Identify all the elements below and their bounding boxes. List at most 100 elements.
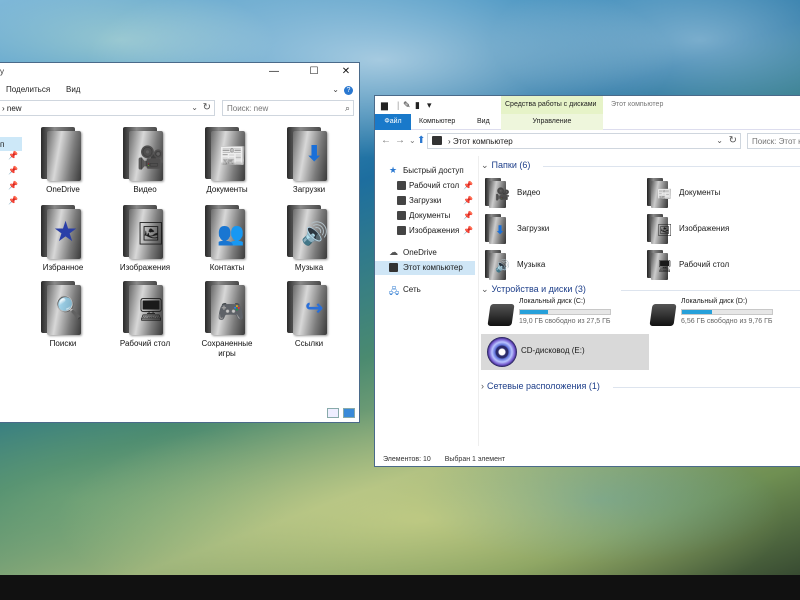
back-arrow-icon[interactable]: ← bbox=[381, 135, 391, 146]
title-bar: y — ☐ ✕ bbox=[0, 63, 359, 81]
folder-documents[interactable]: 📰 Документы bbox=[192, 125, 272, 205]
properties-icon[interactable]: ✎ bbox=[403, 100, 411, 111]
folder-documents[interactable]: 📰 Документы bbox=[643, 176, 800, 210]
contacts-folder-icon: 👥 bbox=[201, 203, 253, 259]
new-folder-icon[interactable]: ▮ bbox=[415, 100, 420, 111]
nav-item-documents[interactable]: Документы 📌 bbox=[375, 209, 475, 223]
desktop-folder-icon: 🖥 bbox=[119, 279, 171, 335]
folder-label: Документы bbox=[679, 188, 721, 197]
folder-music[interactable]: 🔊 Музыка bbox=[274, 203, 354, 283]
pin-icon: 📌 bbox=[463, 211, 473, 220]
help-icon[interactable]: ? bbox=[344, 86, 353, 95]
search-input[interactable] bbox=[223, 101, 333, 115]
minimize-button[interactable]: — bbox=[262, 63, 286, 81]
hard-drive-icon bbox=[649, 304, 677, 326]
folder-desktop[interactable]: 🖥 Рабочий стол bbox=[110, 279, 190, 359]
details-view-button[interactable] bbox=[326, 408, 339, 418]
tab-file[interactable]: Файл bbox=[375, 114, 411, 130]
tab-view[interactable]: Вид bbox=[477, 118, 490, 125]
search-input[interactable] bbox=[748, 134, 800, 148]
folder-label: Изображения bbox=[679, 224, 730, 233]
search-box[interactable]: ⌕ bbox=[222, 100, 354, 116]
nav-item-downloads[interactable]: Загрузки 📌 bbox=[375, 194, 475, 208]
breadcrumb[interactable]: › Этот компьютер bbox=[448, 137, 513, 146]
folder-music[interactable]: 🔊 Музыка bbox=[481, 248, 641, 282]
breadcrumb[interactable]: › new bbox=[2, 104, 22, 113]
explorer-window-new: y — ☐ ✕ Поделиться Вид ⌄ ? › new ⌄ ↻ ⌕ п… bbox=[0, 62, 360, 423]
chevron-down-icon[interactable]: ⌄ bbox=[191, 103, 198, 112]
cd-drive-tile[interactable]: CD-дисковод (E:) bbox=[481, 334, 649, 370]
address-bar[interactable]: › new ⌄ ↻ bbox=[0, 100, 215, 116]
navigation-pane: ★ Быстрый доступ Рабочий стол 📌 Загрузки… bbox=[375, 156, 479, 446]
item-count: Элементов: 10 bbox=[383, 456, 431, 463]
documents-folder-icon: 📰 bbox=[647, 178, 672, 208]
nav-item-label: Документы bbox=[409, 211, 451, 220]
drive-c[interactable]: Локальный диск (C:) 19,0 ГБ свободно из … bbox=[481, 296, 641, 336]
up-arrow-icon[interactable]: ⬆ bbox=[417, 135, 425, 146]
status-bar: Элементов: 10 Выбран 1 элемент bbox=[383, 456, 517, 463]
large-icons-view-button[interactable] bbox=[343, 408, 355, 418]
cd-disc-icon bbox=[487, 337, 517, 367]
group-header-network[interactable]: › Сетевые расположения (1) bbox=[481, 381, 600, 391]
nav-item-this-pc[interactable]: Этот компьютер bbox=[375, 261, 475, 275]
pictures-folder-icon: 🖼 bbox=[647, 214, 672, 244]
refresh-icon[interactable]: ↻ bbox=[729, 135, 737, 146]
view-switcher bbox=[325, 408, 355, 418]
group-header-folders[interactable]: ⌄ Папки (6) bbox=[481, 160, 530, 171]
nav-item-desktop[interactable]: Рабочий стол 📌 bbox=[375, 179, 475, 193]
nav-item-pictures[interactable]: Изображения 📌 bbox=[375, 224, 475, 238]
tab-manage[interactable]: Управление bbox=[501, 114, 603, 130]
nav-item-quick-access[interactable]: ★ Быстрый доступ bbox=[375, 164, 475, 178]
folder-label: Видео bbox=[517, 188, 541, 197]
folder-desktop[interactable]: 🖥 Рабочий стол bbox=[643, 248, 800, 282]
folder-onedrive[interactable]: OneDrive bbox=[28, 125, 108, 205]
forward-arrow-icon[interactable]: → bbox=[395, 135, 405, 146]
nav-item-network[interactable]: 🖧 Сеть bbox=[375, 283, 475, 297]
folder-label: Видео bbox=[133, 185, 157, 194]
maximize-button[interactable]: ☐ bbox=[302, 63, 326, 81]
folder-video[interactable]: 🎥 Видео bbox=[110, 125, 190, 205]
folder-links[interactable]: ↪ Ссылки bbox=[274, 279, 354, 359]
navigation-pane: п 📌 📌 📌 📌 bbox=[0, 121, 22, 421]
address-bar[interactable]: › Этот компьютер ⌄ ↻ bbox=[427, 133, 741, 149]
nav-item-onedrive[interactable]: ☁ OneDrive bbox=[375, 246, 475, 260]
group-header-devices[interactable]: ⌄ Устройства и диски (3) bbox=[481, 284, 586, 295]
folder-label: Загрузки bbox=[292, 185, 326, 194]
nav-item-label: Этот компьютер bbox=[403, 263, 463, 272]
nav-item-selected[interactable]: п bbox=[0, 137, 22, 151]
ribbon-tabs: Поделиться Вид ⌄ ? bbox=[0, 81, 359, 99]
folder-label: Рабочий стол bbox=[679, 260, 730, 269]
tab-share[interactable]: Поделиться bbox=[6, 85, 50, 94]
folder-favorites[interactable]: ★ Избранное bbox=[28, 203, 108, 283]
folder-saved-games[interactable]: 🎮 Сохраненные игры bbox=[192, 279, 272, 359]
close-button[interactable]: ✕ bbox=[334, 63, 358, 81]
folder-label: Избранное bbox=[42, 263, 84, 272]
folder-downloads[interactable]: ⬇ Загрузки bbox=[481, 212, 641, 246]
folder-pictures[interactable]: 🖼 Изображения bbox=[643, 212, 800, 246]
drive-name: Локальный диск (C:) bbox=[519, 298, 586, 305]
folder-label: Сохраненные игры bbox=[201, 339, 253, 358]
folder-pictures[interactable]: 🖼 Изображения bbox=[110, 203, 190, 283]
folder-contacts[interactable]: 👥 Контакты bbox=[192, 203, 272, 283]
folder-label: Изображения bbox=[119, 263, 171, 272]
tab-view[interactable]: Вид bbox=[66, 85, 80, 94]
folder-video[interactable]: 🎥 Видео bbox=[481, 176, 641, 210]
search-box[interactable] bbox=[747, 133, 800, 149]
music-folder-icon: 🔊 bbox=[485, 250, 510, 280]
folder-downloads[interactable]: ⬇ Загрузки bbox=[274, 125, 354, 205]
refresh-icon[interactable]: ↻ bbox=[203, 102, 211, 113]
chevron-down-icon[interactable]: ⌄ bbox=[716, 136, 723, 145]
nav-item-label: Быстрый доступ bbox=[403, 166, 464, 175]
folder-searches[interactable]: 🔍 Поиски bbox=[28, 279, 108, 359]
drive-cd[interactable]: CD-дисковод (E:) bbox=[481, 334, 651, 370]
folder-icon[interactable]: ▆ bbox=[381, 100, 388, 111]
recent-locations-icon[interactable]: ⌄ bbox=[409, 136, 416, 145]
expand-ribbon-icon[interactable]: ⌄ bbox=[332, 85, 339, 94]
tab-computer[interactable]: Компьютер bbox=[419, 118, 455, 125]
folder-label: Загрузки bbox=[517, 224, 550, 233]
dropdown-icon[interactable]: ▾ bbox=[427, 100, 432, 111]
content-pane: ⌄ Папки (6) 🎥 Видео 📰 Документы ⬇ Загрузк… bbox=[481, 156, 800, 456]
folder-label: OneDrive bbox=[46, 185, 80, 194]
drive-d[interactable]: Локальный диск (D:) 6,56 ГБ свободно из … bbox=[643, 296, 800, 336]
selection-count: Выбран 1 элемент bbox=[444, 456, 506, 463]
